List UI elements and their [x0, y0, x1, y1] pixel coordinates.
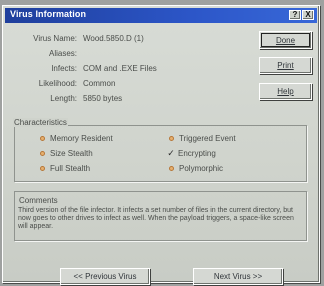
help-button[interactable]: Help	[259, 83, 312, 100]
virus-name-value: Wood.5850.D (1)	[83, 34, 144, 43]
done-button[interactable]: Done	[259, 31, 312, 49]
virus-name-label: Virus Name:	[33, 34, 77, 43]
infects-value: COM and .EXE Files	[83, 64, 157, 73]
characteristics-title: Characteristics	[13, 118, 68, 127]
window-title: Virus Information	[10, 9, 87, 19]
comments-text: Third version of the file infector. It i…	[18, 207, 294, 230]
comments-title: Comments	[19, 196, 58, 205]
virus-information-window: Virus Information ? X Virus Name: Wood.5…	[2, 5, 320, 285]
circle-icon	[169, 136, 174, 141]
close-icon: X	[305, 10, 311, 19]
print-button[interactable]: Print	[259, 57, 312, 74]
print-button-label: Print	[277, 61, 294, 70]
length-label: Length:	[50, 94, 77, 103]
characteristic-memory-resident: Memory Resident	[40, 134, 113, 143]
characteristic-encrypting: ✓ Encrypting	[167, 148, 216, 158]
help-title-button[interactable]: ?	[289, 10, 301, 20]
next-virus-label: Next Virus >>	[213, 272, 263, 281]
likelihood-label: Likelihood:	[38, 79, 77, 88]
circle-icon	[40, 151, 45, 156]
characteristic-polymorphic: Polymorphic	[169, 164, 223, 173]
likelihood-value: Common	[83, 79, 116, 88]
infects-label: Infects:	[51, 64, 77, 73]
help-button-label: Help	[277, 87, 294, 96]
aliases-label: Aliases:	[48, 49, 77, 58]
title-bar[interactable]: Virus Information ? X	[5, 8, 317, 23]
characteristic-full-stealth: Full Stealth	[40, 164, 90, 173]
characteristic-triggered-event: Triggered Event	[169, 134, 236, 143]
done-button-label: Done	[275, 35, 296, 45]
length-value: 5850 bytes	[83, 94, 123, 103]
question-mark-icon: ?	[292, 10, 298, 19]
circle-icon	[40, 166, 45, 171]
checkmark-icon: ✓	[167, 148, 175, 158]
next-virus-button[interactable]: Next Virus >>	[193, 268, 283, 285]
previous-virus-label: << Previous Virus	[73, 272, 137, 281]
characteristic-size-stealth: Size Stealth	[40, 149, 93, 158]
circle-icon	[169, 166, 174, 171]
close-title-button[interactable]: X	[302, 10, 314, 20]
circle-icon	[40, 136, 45, 141]
previous-virus-button[interactable]: << Previous Virus	[60, 268, 150, 285]
